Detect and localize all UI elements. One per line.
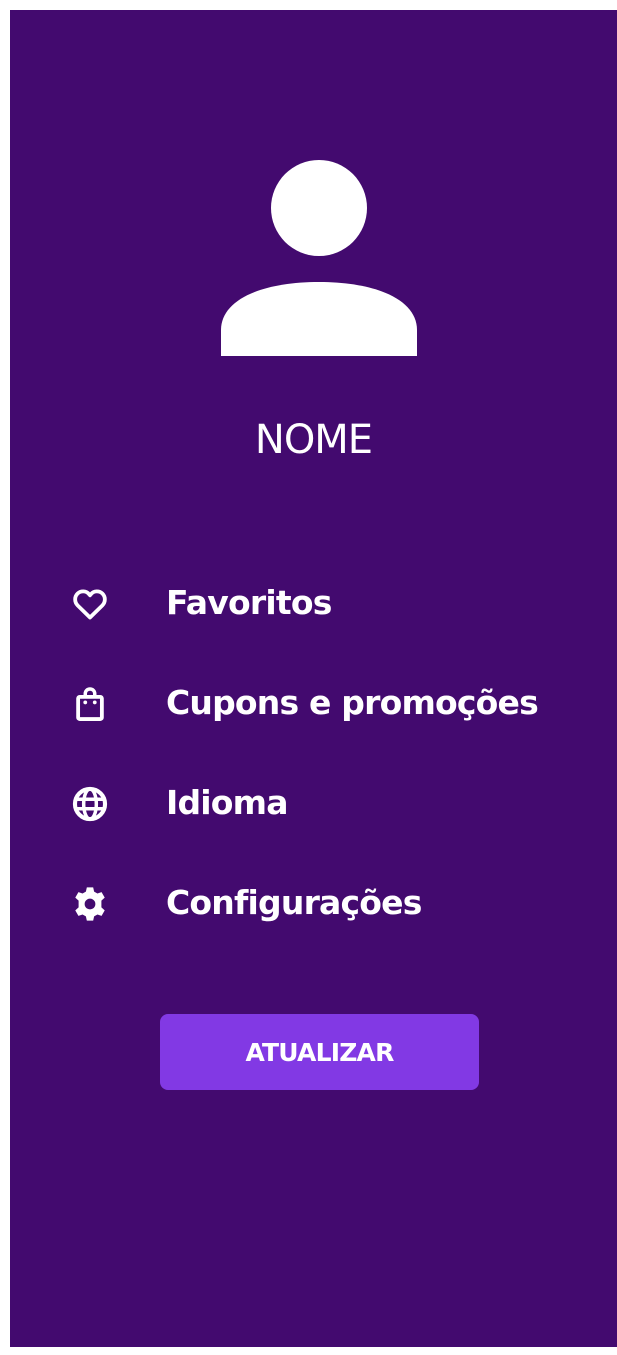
user-name: NOME <box>254 417 373 463</box>
avatar-icon <box>221 160 417 356</box>
menu-item-favoritos[interactable]: Favoritos <box>10 575 617 675</box>
menu-item-label: Cupons e promoções <box>166 683 539 722</box>
menu-item-cupons[interactable]: Cupons e promoções <box>10 675 617 775</box>
shopping-bag-icon <box>71 685 109 723</box>
menu-item-label: Favoritos <box>166 583 332 622</box>
menu-item-configuracoes[interactable]: Configurações <box>10 875 617 975</box>
menu-item-idioma[interactable]: Idioma <box>10 775 617 875</box>
menu-list: Favoritos Cupons e promoções Idioma Conf… <box>10 575 617 975</box>
menu-item-label: Configurações <box>166 883 422 922</box>
menu-item-label: Idioma <box>166 783 289 822</box>
gear-icon <box>71 885 109 923</box>
globe-icon <box>71 785 109 823</box>
side-menu-panel: NOME Favoritos Cupons e promoções Idioma… <box>10 10 617 1347</box>
update-button[interactable]: ATUALIZAR <box>160 1014 479 1090</box>
heart-icon <box>71 585 109 623</box>
